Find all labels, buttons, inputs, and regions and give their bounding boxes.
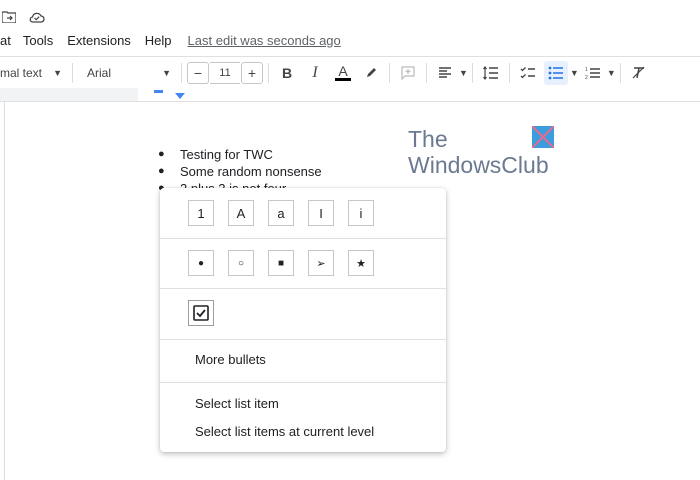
preset-checklist[interactable] bbox=[188, 300, 214, 326]
paragraph-style-value: mal text bbox=[0, 65, 43, 80]
font-value: Arial bbox=[87, 65, 112, 80]
left-indent-handle[interactable] bbox=[175, 93, 185, 99]
toolbar-divider bbox=[268, 62, 269, 83]
toolbar-divider bbox=[389, 62, 390, 83]
preset-arrow[interactable]: ➢ bbox=[308, 250, 334, 276]
preset-lower-roman[interactable]: i bbox=[348, 200, 374, 226]
clear-formatting-icon[interactable] bbox=[627, 61, 651, 85]
preset-star[interactable]: ★ bbox=[348, 250, 374, 276]
svg-text:2: 2 bbox=[585, 75, 588, 80]
bullet-icon: ● bbox=[158, 148, 165, 160]
toolbar-divider bbox=[619, 62, 621, 83]
text-color-letter: A bbox=[338, 63, 348, 79]
menu-help[interactable]: Help bbox=[145, 33, 172, 48]
numbered-presets-row: 1 A a I i bbox=[188, 200, 374, 226]
checklist-icon[interactable] bbox=[516, 61, 540, 85]
list-item[interactable]: ● Some random nonsense bbox=[158, 163, 322, 180]
checkbox-icon bbox=[193, 305, 209, 321]
bold-label: B bbox=[281, 64, 293, 81]
toolbar-divider bbox=[471, 62, 473, 83]
watermark-logo: The WindowsClub bbox=[408, 126, 568, 186]
menu-divider bbox=[160, 339, 446, 340]
chevron-down-icon[interactable]: ▼ bbox=[607, 68, 616, 78]
text-color-button[interactable]: A bbox=[331, 61, 355, 85]
list-item[interactable]: ● Testing for TWC bbox=[158, 146, 322, 163]
line-spacing-icon[interactable] bbox=[479, 61, 503, 85]
logo-text-line2: WindowsClub bbox=[408, 152, 549, 178]
highlight-pen-icon[interactable] bbox=[359, 61, 383, 85]
logo-text-line1: The bbox=[408, 126, 448, 152]
menu-tools[interactable]: Tools bbox=[23, 33, 53, 48]
text-color-swatch bbox=[335, 78, 351, 81]
bullet-options-menu: 1 A a I i ● ○ ■ ➢ ★ More bullets Select … bbox=[160, 188, 446, 452]
paragraph-style-dropdown[interactable]: mal text ▼ bbox=[0, 66, 68, 80]
bulleted-list-icon[interactable] bbox=[543, 60, 568, 85]
list-item-text: Testing for TWC bbox=[180, 147, 273, 162]
toolbar-divider bbox=[508, 62, 510, 83]
italic-button[interactable]: I bbox=[303, 61, 327, 85]
menu-bar: at Tools Extensions Help Last edit was s… bbox=[0, 30, 341, 50]
toolbar-divider bbox=[181, 62, 182, 83]
title-icons bbox=[0, 6, 46, 28]
select-list-item[interactable]: Select list item bbox=[195, 396, 279, 411]
first-line-indent-handle[interactable] bbox=[154, 90, 163, 93]
ruler bbox=[0, 88, 700, 102]
numbered-list-icon[interactable]: 12 bbox=[581, 61, 605, 85]
toolbar-divider bbox=[426, 62, 427, 83]
preset-lower-letters[interactable]: a bbox=[268, 200, 294, 226]
chevron-down-icon[interactable]: ▼ bbox=[459, 68, 468, 78]
preset-upper-letters[interactable]: A bbox=[228, 200, 254, 226]
menu-extensions[interactable]: Extensions bbox=[67, 33, 131, 48]
preset-filled-circle[interactable]: ● bbox=[188, 250, 214, 276]
menu-divider bbox=[160, 382, 446, 383]
italic-label: I bbox=[312, 63, 318, 81]
preset-hollow-circle[interactable]: ○ bbox=[228, 250, 254, 276]
add-comment-icon[interactable] bbox=[396, 61, 420, 85]
font-size-input[interactable]: 11 bbox=[210, 61, 240, 84]
menu-divider bbox=[160, 288, 446, 289]
increase-font-size-button[interactable]: + bbox=[241, 61, 263, 84]
chevron-down-icon: ▼ bbox=[53, 67, 62, 78]
font-dropdown[interactable]: Arial ▼ bbox=[87, 66, 177, 80]
bullet-presets-row: ● ○ ■ ➢ ★ bbox=[188, 250, 374, 276]
chevron-down-icon: ▼ bbox=[162, 67, 171, 78]
toolbar: mal text ▼ Arial ▼ − 11 + B I A ▼ ▼ 12 ▼ bbox=[0, 56, 700, 88]
bullet-icon: ● bbox=[158, 165, 165, 177]
align-left-icon[interactable] bbox=[433, 61, 457, 85]
last-edit-link[interactable]: Last edit was seconds ago bbox=[188, 33, 341, 48]
more-bullets-item[interactable]: More bullets bbox=[195, 352, 266, 367]
windows-logo-icon bbox=[532, 126, 554, 148]
menu-format[interactable]: at bbox=[0, 33, 11, 48]
ruler-page-area bbox=[138, 88, 700, 101]
toolbar-divider bbox=[72, 62, 73, 83]
move-to-folder-icon[interactable] bbox=[0, 8, 18, 26]
bold-button[interactable]: B bbox=[275, 61, 299, 85]
preset-upper-roman[interactable]: I bbox=[308, 200, 334, 226]
chevron-down-icon[interactable]: ▼ bbox=[570, 68, 579, 78]
preset-numbers[interactable]: 1 bbox=[188, 200, 214, 226]
cloud-saved-icon[interactable] bbox=[28, 8, 46, 26]
page-edge bbox=[4, 102, 5, 480]
preset-square[interactable]: ■ bbox=[268, 250, 294, 276]
svg-text:1: 1 bbox=[585, 67, 588, 73]
decrease-font-size-button[interactable]: − bbox=[187, 61, 209, 84]
menu-divider bbox=[160, 238, 446, 239]
list-item-text: Some random nonsense bbox=[180, 164, 322, 179]
select-current-level-item[interactable]: Select list items at current level bbox=[195, 424, 374, 439]
